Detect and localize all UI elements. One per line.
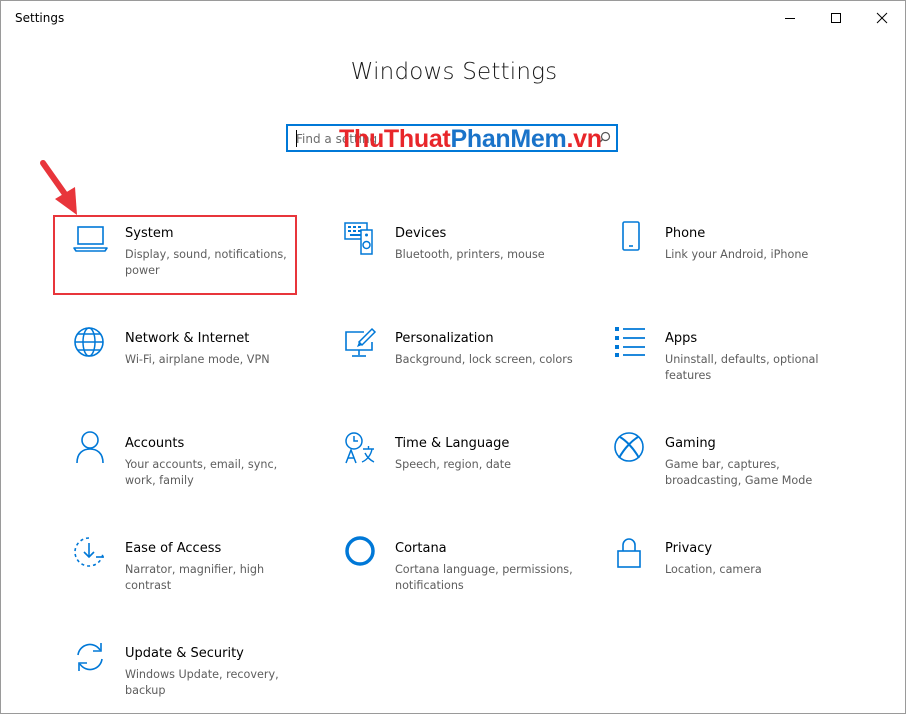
- tile-accounts[interactable]: Accounts Your accounts, email, sync, wor…: [55, 430, 305, 510]
- tile-privacy-name: Privacy: [665, 541, 713, 556]
- tile-apps-name: Apps: [665, 331, 698, 346]
- maximize-button[interactable]: [813, 1, 859, 35]
- apps-list-icon: [612, 325, 650, 363]
- tile-devices-name: Devices: [395, 226, 447, 241]
- tile-cortana[interactable]: Cortana Cortana language, permissions, n…: [325, 535, 575, 615]
- tile-ease-of-access[interactable]: Ease of Access Narrator, magnifier, high…: [55, 535, 305, 615]
- tile-network-desc: Wi-Fi, airplane mode, VPN: [125, 353, 270, 366]
- title-bar[interactable]: Settings: [1, 1, 905, 35]
- xbox-icon: [612, 430, 650, 468]
- tile-privacy[interactable]: Privacy Location, camera: [595, 535, 845, 615]
- tile-personalization[interactable]: Personalization Background, lock screen,…: [325, 325, 575, 405]
- tile-cortana-desc: Cortana language, permissions, notificat…: [395, 563, 573, 592]
- tile-accounts-desc: Your accounts, email, sync, work, family: [125, 458, 278, 487]
- tile-cortana-name: Cortana: [395, 541, 447, 556]
- phone-icon: [612, 220, 650, 258]
- watermark-part-2: PhanMem: [450, 125, 567, 153]
- tile-ease-of-access-name: Ease of Access: [125, 541, 222, 556]
- close-button[interactable]: [859, 1, 905, 35]
- tile-accounts-name: Accounts: [125, 436, 185, 451]
- tile-update-security-name: Update & Security: [125, 646, 244, 661]
- page-title: Windows Settings: [350, 59, 558, 85]
- minimize-button[interactable]: [767, 1, 813, 35]
- tile-time-language[interactable]: Time & Language Speech, region, date: [325, 430, 575, 510]
- tile-update-security-desc: Windows Update, recovery, backup: [125, 668, 279, 697]
- tile-devices-desc: Bluetooth, printers, mouse: [395, 248, 545, 261]
- tile-phone-desc: Link your Android, iPhone: [665, 248, 809, 261]
- tile-personalization-name: Personalization: [395, 331, 494, 346]
- watermark-part-3: .vn: [566, 125, 602, 153]
- tile-phone-name: Phone: [665, 226, 706, 241]
- cortana-icon: [342, 535, 380, 573]
- tile-devices[interactable]: Devices Bluetooth, printers, mouse: [325, 220, 575, 300]
- watermark-logo: ThuThuatPhanMem.vn: [339, 125, 602, 154]
- tile-apps[interactable]: Apps Uninstall, defaults, optional featu…: [595, 325, 845, 405]
- minimize-icon: [785, 18, 795, 19]
- sync-icon: [72, 640, 110, 678]
- ease-of-access-icon: [72, 535, 110, 573]
- text-caret: [296, 130, 297, 147]
- keyboard-speaker-icon: [342, 220, 380, 258]
- system-highlight-box: [53, 215, 297, 295]
- maximize-icon: [831, 13, 841, 23]
- settings-window: Settings Windows Settings ThuThuatPhanMe…: [0, 0, 906, 714]
- paint-screen-icon: [342, 325, 380, 363]
- tile-ease-of-access-desc: Narrator, magnifier, high contrast: [125, 563, 265, 592]
- tile-phone[interactable]: Phone Link your Android, iPhone: [595, 220, 845, 300]
- red-arrow-annotation: [40, 160, 77, 215]
- person-icon: [72, 430, 110, 468]
- tile-apps-desc: Uninstall, defaults, optional features: [665, 353, 819, 382]
- lock-icon: [612, 535, 650, 573]
- watermark-part-1: ThuThuat: [339, 125, 451, 153]
- time-language-icon: [342, 430, 380, 468]
- close-icon: [876, 12, 888, 24]
- tile-gaming-desc: Game bar, captures, broadcasting, Game M…: [665, 458, 813, 487]
- globe-icon: [72, 325, 110, 363]
- tile-time-language-name: Time & Language: [395, 436, 510, 451]
- tile-network-internet[interactable]: Network & Internet Wi-Fi, airplane mode,…: [55, 325, 305, 405]
- tile-gaming-name: Gaming: [665, 436, 716, 451]
- tile-personalization-desc: Background, lock screen, colors: [395, 353, 573, 366]
- tile-privacy-desc: Location, camera: [665, 563, 762, 576]
- tile-time-language-desc: Speech, region, date: [395, 458, 512, 471]
- tile-gaming[interactable]: Gaming Game bar, captures, broadcasting,…: [595, 430, 845, 510]
- tile-network-name: Network & Internet: [125, 331, 250, 346]
- window-title: Settings: [15, 11, 65, 25]
- tile-update-security[interactable]: Update & Security Windows Update, recove…: [55, 640, 305, 720]
